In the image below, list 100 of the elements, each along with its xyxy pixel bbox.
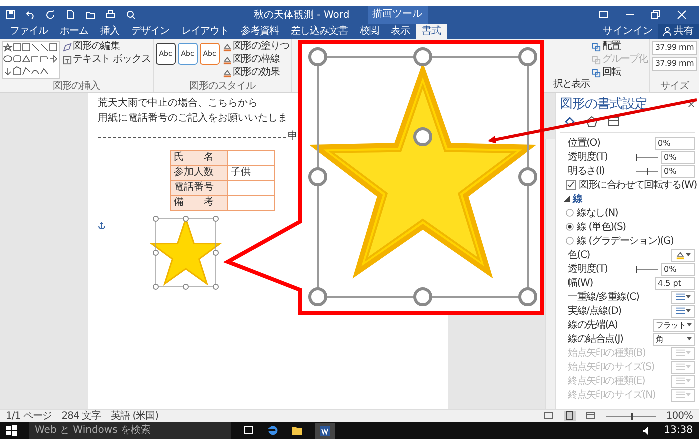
printer-icon[interactable] (106, 10, 116, 20)
ribbon-tab[interactable]: 書式 (416, 24, 447, 39)
paint-icon (222, 56, 232, 64)
caret-icon (686, 309, 690, 313)
group-label: サイズ (660, 81, 690, 92)
paint-icon (222, 42, 232, 52)
sign-in-link[interactable]: サインイン (598, 24, 658, 39)
line-style-dropdown[interactable] (671, 290, 695, 304)
ribbon-tab[interactable]: ファイル (4, 24, 54, 39)
arrange-command[interactable]: 配置 (592, 41, 648, 53)
redo-icon[interactable] (46, 10, 56, 20)
property-label: 透明度(T) (567, 150, 609, 164)
radio-label: 線 (単色)(S) (577, 221, 627, 234)
ribbon-tab[interactable]: レイアウト (176, 24, 235, 39)
property-label: 始点矢印のサイズ(S) (567, 360, 656, 374)
read-mode-icon[interactable] (544, 412, 554, 420)
pane-title: 図形の書式設定 (560, 96, 648, 113)
table-cell: 電話番号 (170, 180, 228, 196)
zoom-slider-thumb[interactable] (631, 412, 634, 420)
ribbon-tab[interactable]: デザイン (126, 24, 176, 39)
spin-field[interactable]: 0% (661, 164, 695, 178)
caret-icon (686, 351, 690, 355)
new-document-icon[interactable] (66, 10, 76, 20)
windows-logo-icon[interactable] (6, 425, 17, 436)
ribbon-tab[interactable]: 差し込み文書 (285, 24, 354, 39)
group-label: 図形のスタイル (188, 81, 257, 92)
size-field[interactable]: 37.99 mm (652, 41, 697, 55)
arrange-command[interactable]: 回転 (592, 67, 648, 79)
spin-field[interactable]: 0% (661, 262, 695, 276)
section-heading[interactable]: 線 (573, 192, 582, 206)
word-app-icon[interactable] (319, 424, 331, 436)
property-label: 一重線/多重線(C) (567, 290, 640, 304)
line-style-icon (676, 391, 684, 399)
radio-button[interactable] (566, 209, 574, 217)
taskbar-search-field[interactable]: Web と Windows を検索 (29, 422, 231, 439)
line-style-icon (676, 377, 684, 385)
radio-label: 線なし(N) (577, 207, 620, 220)
line-style-icon (676, 349, 684, 357)
radio-button[interactable] (566, 223, 574, 231)
shape-gallery-drawing[interactable] (2, 41, 60, 79)
table-cell (228, 150, 274, 166)
ribbon-display-icon[interactable] (599, 10, 609, 20)
dropdown[interactable]: 角 (653, 332, 695, 346)
ribbon-tab[interactable]: 校閲 (354, 24, 385, 39)
print-preview-icon[interactable] (126, 10, 136, 20)
browser-icon[interactable] (267, 424, 279, 436)
edit-shape-icon (63, 42, 72, 52)
table-cell (228, 180, 274, 196)
zoom-level[interactable]: 100% (666, 410, 693, 422)
person-icon (663, 27, 672, 36)
save-icon[interactable] (6, 10, 16, 20)
table-cell: 子供 (228, 166, 274, 180)
property-label: 線の先端(A) (567, 318, 619, 332)
print-layout-icon[interactable] (564, 411, 576, 421)
window-title: 秋の天体観測 - Word (254, 8, 350, 22)
ribbon-tab[interactable]: 表示 (385, 24, 416, 39)
ribbon-tab[interactable]: ホーム (54, 24, 94, 39)
line-style-dropdown[interactable] (671, 304, 695, 318)
spin-field[interactable]: 4.5 pt (655, 276, 695, 290)
checkbox[interactable] (566, 180, 576, 190)
property-label: 幅(W) (567, 277, 594, 290)
property-label: 色(C) (567, 249, 591, 262)
task-view-icon[interactable] (243, 425, 255, 436)
restore-icon[interactable] (651, 10, 661, 20)
shape-style-command[interactable]: 図形の効果 (222, 67, 290, 79)
size-field[interactable]: 37.99 mm (652, 57, 697, 71)
context-tab-label: 描画ツール (368, 6, 428, 24)
spin-field[interactable]: 0% (655, 136, 695, 150)
web-layout-icon[interactable] (586, 412, 596, 420)
property-label: 終点矢印の種類(E) (567, 374, 646, 388)
undo-icon[interactable] (26, 10, 36, 20)
expand-triangle-icon[interactable] (564, 196, 570, 202)
ribbon-tab[interactable]: 参考資料 (235, 24, 285, 39)
line-style-icon (676, 293, 684, 301)
selection-pane-button[interactable]: 択と表示 (553, 79, 590, 91)
dropdown[interactable]: フラット (653, 318, 695, 332)
radio-button[interactable] (566, 237, 574, 245)
document-text: 用紙に電話番号のご記入をお願いいたしま (98, 112, 289, 126)
folder-icon[interactable] (86, 10, 96, 20)
property-label: 終点矢印のサイズ(N) (567, 388, 657, 402)
pentagon-icon[interactable] (586, 116, 598, 128)
edit-shape-button[interactable]: 図形の編集 (63, 41, 151, 53)
line-style-icon (676, 307, 684, 315)
share-button[interactable]: 共有 (658, 24, 699, 39)
ribbon-tab[interactable]: 挿入 (94, 24, 126, 39)
shape-style-command[interactable]: 図形の枠線 (222, 54, 290, 66)
folder-icon[interactable] (291, 425, 303, 436)
color-picker-button[interactable] (671, 248, 695, 262)
caret-icon (687, 323, 692, 327)
caret-icon (687, 337, 692, 341)
shape-style-command[interactable]: 図形の塗りつ (222, 41, 290, 53)
close-icon[interactable] (688, 100, 695, 108)
text-box-button[interactable]: テキスト ボックス (63, 54, 151, 66)
selected-star-shape[interactable] (150, 215, 224, 293)
caret-icon (686, 253, 690, 257)
scrollbar[interactable] (545, 139, 555, 409)
layout-icon[interactable] (608, 116, 620, 128)
property-label: 始点矢印の種類(B) (567, 346, 647, 360)
spin-field[interactable]: 0% (661, 150, 695, 164)
property-label: 位置(O) (567, 136, 602, 150)
